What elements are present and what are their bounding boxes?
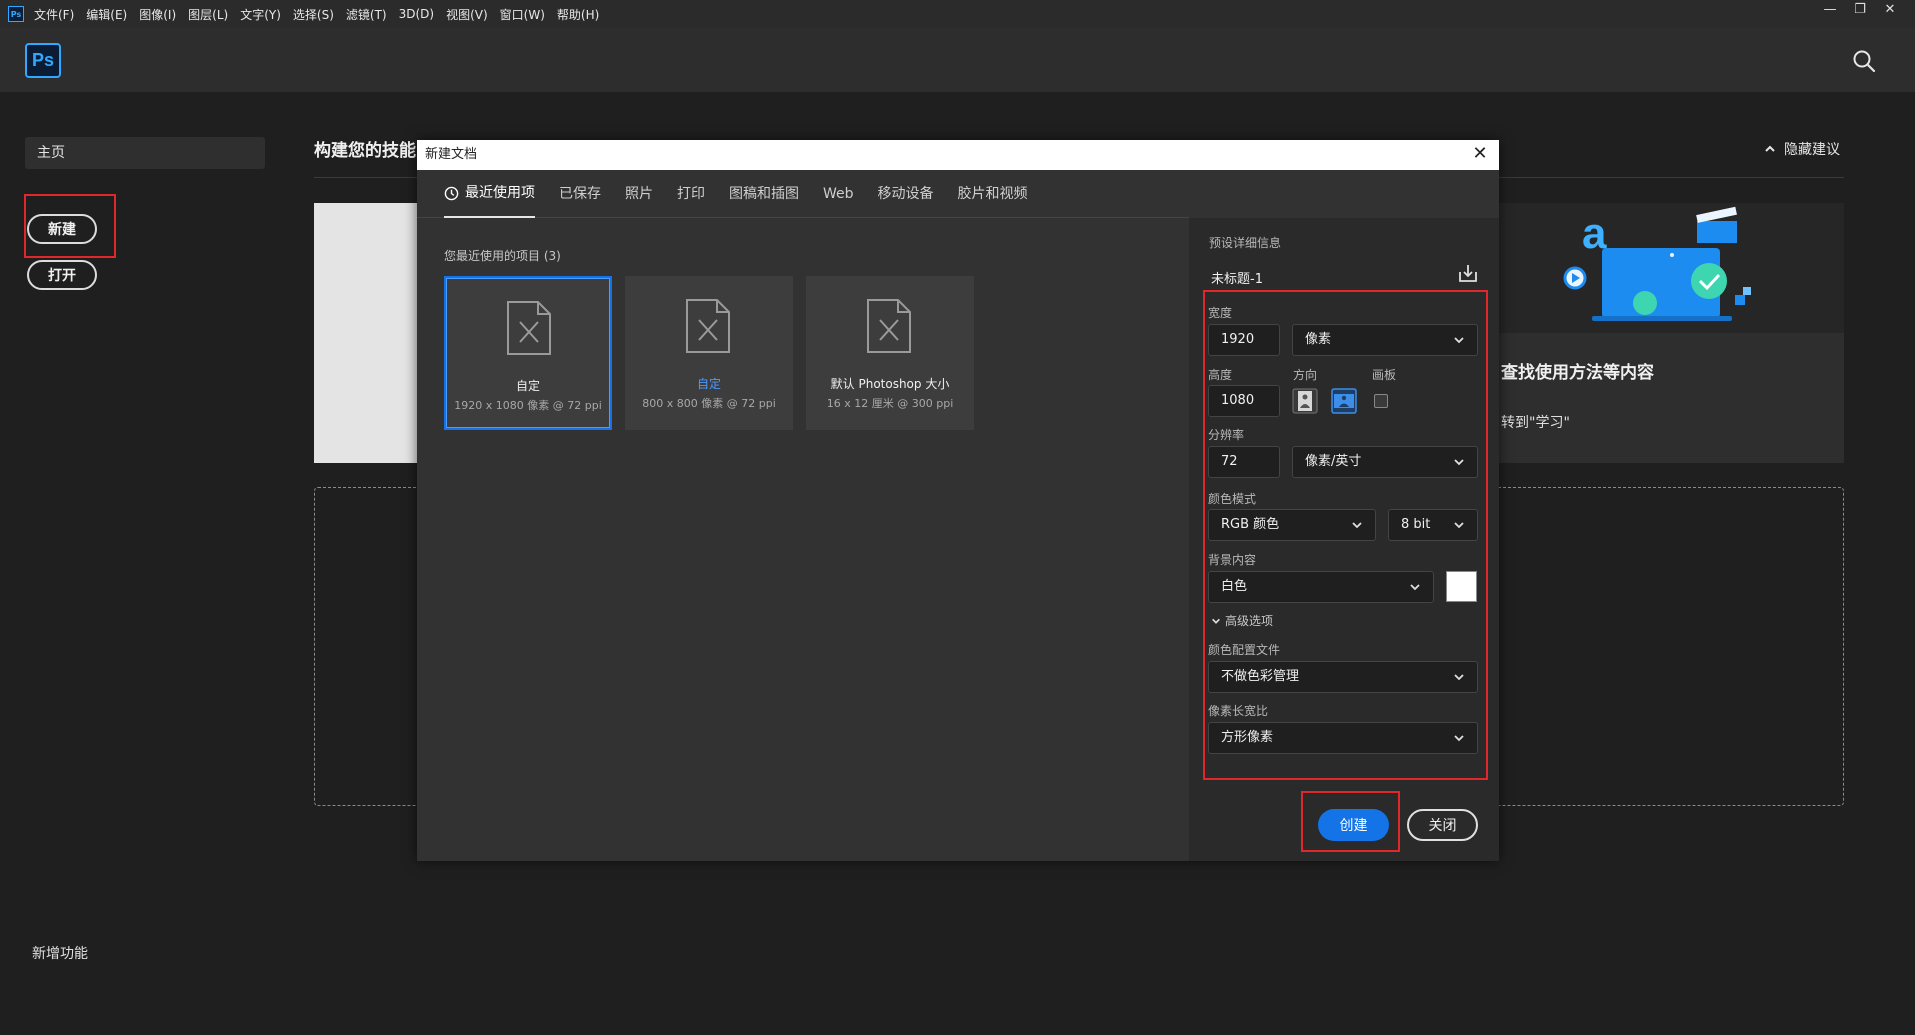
minimize-icon[interactable]: — — [1815, 0, 1845, 22]
preset-tabs: 最近使用项 已保存 照片 打印 图稿和插图 Web 移动设备 胶片和视频 — [417, 170, 1189, 218]
preset-card[interactable]: 自定 1920 x 1080 像素 @ 72 ppi — [444, 276, 612, 430]
tab-saved[interactable]: 已保存 — [559, 170, 601, 218]
clock-icon — [444, 186, 459, 200]
learn-card-title: 查找使用方法等内容 — [1501, 363, 1654, 383]
menu-view[interactable]: 视图(V) — [446, 6, 488, 23]
menu-edit[interactable]: 编辑(E) — [86, 6, 127, 23]
tab-recent-label: 最近使用项 — [465, 185, 535, 201]
learn-card-link[interactable]: 转到"学习" — [1501, 412, 1570, 432]
ps-app-icon: Ps — [8, 6, 24, 22]
sidebar-item-home[interactable]: 主页 — [25, 137, 265, 169]
menu-layer[interactable]: 图层(L) — [188, 6, 228, 23]
search-icon[interactable] — [1851, 48, 1877, 74]
preset-name: 默认 Photoshop 大小 — [830, 377, 950, 391]
tab-photo[interactable]: 照片 — [625, 170, 653, 218]
hide-suggestions-button[interactable]: 隐藏建议 — [1764, 139, 1840, 159]
learn-card[interactable]: a 查找使用方法等内容 转到"学习" — [1497, 203, 1844, 463]
preset-details-label: 预设详细信息 — [1209, 236, 1282, 250]
app-header: Ps — [0, 28, 1915, 92]
tutorial-card[interactable] — [314, 203, 419, 463]
tab-film-video[interactable]: 胶片和视频 — [958, 170, 1028, 218]
hide-suggestions-label: 隐藏建议 — [1784, 142, 1840, 158]
recent-items-label: 您最近使用的项目 (3) — [444, 249, 561, 263]
close-button[interactable]: 关闭 — [1407, 809, 1478, 841]
create-button[interactable]: 创建 — [1318, 809, 1389, 841]
menu-select[interactable]: 选择(S) — [293, 6, 334, 23]
highlight-box-details — [1203, 290, 1488, 780]
preset-name: 自定 — [515, 379, 540, 393]
menu-type[interactable]: 文字(Y) — [240, 6, 281, 23]
menu-help[interactable]: 帮助(H) — [557, 6, 599, 23]
window-controls: — ❐ ✕ — [1815, 0, 1905, 22]
menu-image[interactable]: 图像(I) — [139, 6, 176, 23]
preset-dimensions: 800 x 800 像素 @ 72 ppi — [642, 397, 776, 410]
tab-art-illustration[interactable]: 图稿和插图 — [729, 170, 799, 218]
tab-recent[interactable]: 最近使用项 — [444, 170, 535, 218]
preset-name: 自定 — [696, 377, 721, 391]
tab-mobile[interactable]: 移动设备 — [878, 170, 934, 218]
save-preset-icon[interactable] — [1457, 262, 1479, 284]
learn-illustration: a — [1497, 203, 1844, 333]
page-title: 构建您的技能 — [314, 141, 416, 161]
open-button[interactable]: 打开 — [27, 260, 97, 290]
document-name[interactable]: 未标题-1 — [1211, 268, 1263, 287]
preset-card[interactable]: 自定 800 x 800 像素 @ 72 ppi — [625, 276, 793, 430]
chevron-up-icon — [1765, 145, 1775, 152]
dialog-title: 新建文档 — [425, 147, 478, 162]
tab-web[interactable]: Web — [823, 170, 854, 218]
preset-card[interactable]: 默认 Photoshop 大小 16 x 12 厘米 @ 300 ppi — [806, 276, 974, 430]
close-window-icon[interactable]: ✕ — [1875, 0, 1905, 22]
dialog-titlebar: 新建文档 — [417, 140, 1499, 170]
ps-logo[interactable]: Ps — [25, 43, 61, 78]
preset-dimensions: 16 x 12 厘米 @ 300 ppi — [826, 397, 954, 410]
close-icon[interactable]: ✕ — [1469, 144, 1491, 166]
preset-dimensions: 1920 x 1080 像素 @ 72 ppi — [454, 399, 602, 412]
document-icon — [867, 299, 911, 353]
menu-filter[interactable]: 滤镜(T) — [346, 6, 387, 23]
tab-print[interactable]: 打印 — [677, 170, 705, 218]
menu-3d[interactable]: 3D(D) — [399, 7, 434, 21]
highlight-box-new — [24, 194, 116, 258]
menu-file[interactable]: 文件(F) — [34, 6, 74, 23]
sidebar-item-new-features[interactable]: 新增功能 — [32, 943, 88, 963]
menu-window[interactable]: 窗口(W) — [500, 6, 545, 23]
document-icon — [686, 299, 730, 353]
menu-bar: Ps 文件(F) 编辑(E) 图像(I) 图层(L) 文字(Y) 选择(S) 滤… — [0, 0, 1915, 28]
maximize-icon[interactable]: ❐ — [1845, 0, 1875, 22]
document-icon — [507, 301, 551, 355]
